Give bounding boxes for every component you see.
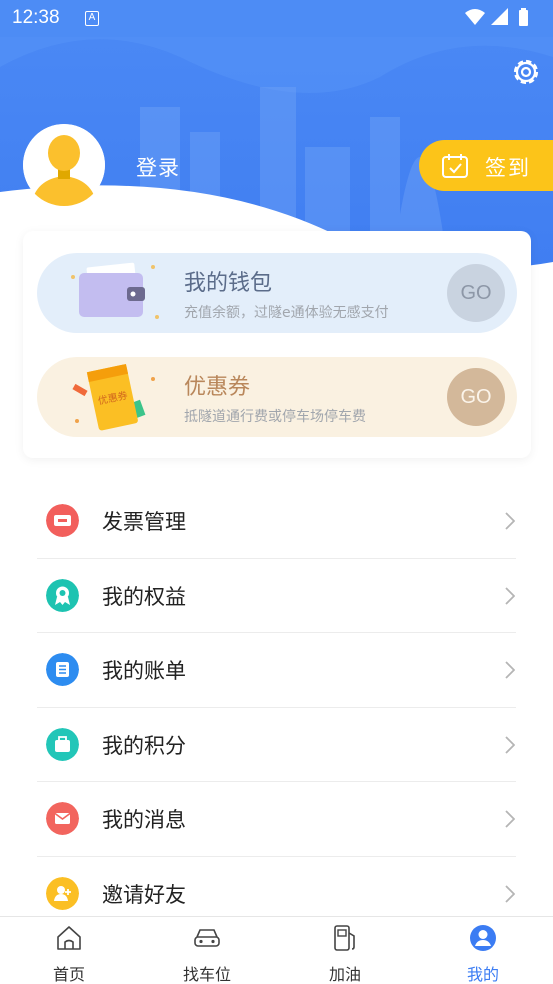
signal-icon <box>491 8 508 25</box>
badge-icon <box>46 578 79 612</box>
wifi-icon <box>465 9 485 25</box>
tab-home-label: 首页 <box>52 965 85 984</box>
menu-item-label: 我的权益 <box>102 584 186 609</box>
coupon-subtitle: 抵隧道通行费或停车场停车费 <box>184 409 366 425</box>
profile-icon <box>470 925 496 951</box>
menu-item-benefits[interactable]: 我的权益 <box>0 559 553 633</box>
menu-item-label: 我的消息 <box>102 808 186 832</box>
ticket-icon <box>46 504 79 537</box>
add-friend-icon <box>46 876 79 910</box>
tab-fuel[interactable]: 加油 <box>276 917 414 984</box>
a-icon: A <box>85 11 99 26</box>
login-link[interactable]: 登录 <box>136 152 180 182</box>
wallet-go-button[interactable]: GO <box>447 264 505 322</box>
chevron-right-icon <box>505 661 515 679</box>
menu-item-bills[interactable]: 我的账单 <box>0 633 553 708</box>
chevron-right-icon <box>505 884 515 903</box>
chevron-right-icon <box>505 735 515 754</box>
coupon-title: 优惠券 <box>184 375 251 400</box>
chevron-right-icon <box>505 512 515 530</box>
status-bar: 12:38 A <box>0 0 553 37</box>
menu-item-label: 我的积分 <box>102 733 186 758</box>
status-time: 12:38 <box>12 7 60 28</box>
menu-item-points[interactable]: 我的积分 <box>0 708 553 782</box>
avatar[interactable] <box>23 124 105 206</box>
coupon-icon: 优惠券 <box>72 363 155 431</box>
checkin-label: 签到 <box>485 156 531 180</box>
bottom-nav: 首页 找车位 加油 我的 <box>0 916 553 984</box>
menu-item-invoice[interactable]: 发票管理 <box>0 484 553 559</box>
menu-item-label: 邀请好友 <box>102 882 186 907</box>
calendar-check-icon <box>442 154 468 178</box>
bag-icon <box>46 727 79 761</box>
tab-mine[interactable]: 我的 <box>414 917 552 984</box>
menu-item-messages[interactable]: 我的消息 <box>0 782 553 857</box>
chevron-right-icon <box>505 586 515 605</box>
coupon-go-button[interactable]: GO <box>447 368 505 426</box>
wallet-icon <box>71 262 159 319</box>
fuel-icon <box>334 925 355 951</box>
menu-list: 发票管理 我的权益 我的账单 我的积分 我的消息 邀请好友 <box>0 484 553 931</box>
bill-icon <box>46 653 79 686</box>
tab-mine-label: 我的 <box>466 965 499 984</box>
wallet-card: 我的钱包 充值余额，过隧e通体验无感支付 GO 优惠券 优惠券 抵隧道通行费或停… <box>23 231 531 458</box>
tab-find-parking-label: 找车位 <box>182 965 231 984</box>
menu-item-label: 我的账单 <box>102 659 186 683</box>
home-icon <box>57 926 81 950</box>
tab-home[interactable]: 首页 <box>0 917 138 984</box>
tab-fuel-label: 加油 <box>328 965 361 984</box>
system-status-icons <box>465 8 528 26</box>
menu-item-label: 发票管理 <box>102 510 186 534</box>
battery-icon <box>519 10 528 26</box>
wallet-subtitle: 充值余额，过隧e通体验无感支付 <box>184 305 389 321</box>
mail-icon <box>46 802 79 835</box>
tab-find-parking[interactable]: 找车位 <box>138 917 276 984</box>
coupon-entry[interactable]: 优惠券 优惠券 抵隧道通行费或停车场停车费 GO <box>37 357 517 437</box>
user-avatar-icon <box>23 124 105 206</box>
checkin-button[interactable]: 签到 <box>419 140 553 191</box>
car-icon <box>194 929 220 947</box>
wallet-entry[interactable]: 我的钱包 充值余额，过隧e通体验无感支付 GO <box>37 253 517 333</box>
wallet-title: 我的钱包 <box>184 271 273 296</box>
chevron-right-icon <box>505 810 515 828</box>
gear-icon[interactable] <box>510 56 542 88</box>
